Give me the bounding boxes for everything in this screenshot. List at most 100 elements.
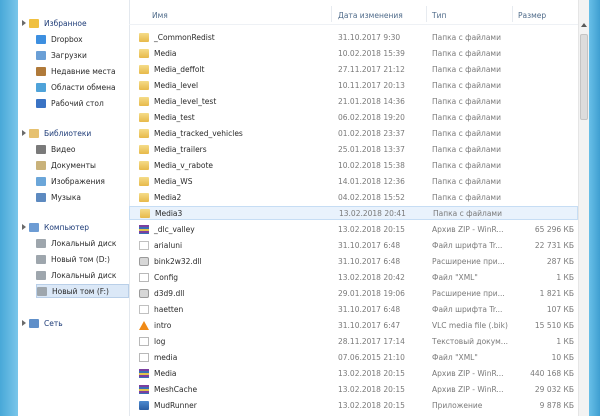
folder-row[interactable]: Media_trailers 25.01.2018 13:37 Папка с фа… [129,142,578,156]
font-file-icon [139,304,149,314]
file-name: Media_level [154,80,199,90]
file-row[interactable]: d3d9.dll 29.01.2018 19:06 Расширение при..… [129,286,578,300]
file-row[interactable]: haetten 31.10.2017 6:48 Файл шрифта Tr... 1… [129,302,578,316]
file-name: Media_level_test [154,96,217,106]
file-name-cell: Media_level [139,80,199,90]
sidebar-item-favorite[interactable]: Рабочий стол [36,96,104,110]
file-name: Media_deffolt [154,64,205,74]
folder-row[interactable]: Media_level_test 21.01.2018 14:36 Папка с … [129,94,578,108]
file-row[interactable]: Config 13.02.2018 20:42 Файл "XML" 1 КБ [129,270,578,284]
file-row[interactable]: bink2w32.dll 31.10.2017 6:48 Расширение пр… [129,254,578,268]
sidebar-item-favorite[interactable]: Области обмена [36,80,116,94]
nav-group-favorites[interactable]: Избранное [22,16,87,30]
folder-row[interactable]: Media_tracked_vehicles 01.02.2018 23:37 Па… [129,126,578,140]
sidebar-item-drive[interactable]: Новый том (F:) [36,284,129,298]
folder-row[interactable]: Media_WS 14.01.2018 12:36 Папка с файлами [129,174,578,188]
file-name: log [154,336,166,346]
folder-icon [140,208,150,218]
nav-item-label: Изображения [51,176,105,186]
file-name-cell: Media3 [140,208,183,218]
sidebar-item-drive[interactable]: Локальный диск [36,236,116,250]
downloads-folder-icon [36,50,46,60]
file-row[interactable]: media 07.06.2015 21:10 Файл "XML" 10 КБ [129,350,578,364]
sidebar-item-favorite[interactable]: Dropbox [36,32,83,46]
column-size-header[interactable]: Размер [518,11,546,20]
column-divider[interactable] [512,6,513,22]
file-name: MeshCache [154,384,198,394]
folder-row[interactable]: Media_v_rabote 10.02.2018 15:38 Папка с фа… [129,158,578,172]
expand-arrow-icon[interactable] [22,20,26,26]
folder-row[interactable]: Media_deffolt 27.11.2017 21:12 Папка с фай… [129,62,578,76]
file-date: 31.10.2017 6:48 [338,304,401,314]
application-icon [139,400,149,410]
file-name: Media3 [155,208,183,218]
vlc-cone-icon [139,320,149,330]
column-name-header[interactable]: Имя [152,11,168,20]
file-size: 287 КБ [546,256,574,266]
file-date: 01.02.2018 23:37 [338,128,405,138]
nav-item-label: Сеть [44,318,63,328]
nav-group-libraries[interactable]: Библиотеки [22,126,91,140]
file-name: _CommonRedist [154,32,215,42]
file-row[interactable]: arialuni 31.10.2017 6:48 Файл шрифта Tr...… [129,238,578,252]
sidebar-item-favorite[interactable]: Загрузки [36,48,87,62]
file-name-cell: intro [139,320,171,330]
sidebar-item-library[interactable]: Изображения [36,174,105,188]
folder-row[interactable]: Media3 13.02.2018 20:41 Папка с файлами [129,206,578,220]
nav-group-computer[interactable]: Компьютер [22,220,89,234]
folder-row[interactable]: Media_level 10.11.2017 20:13 Папка с файла… [129,78,578,92]
sidebar-item-drive[interactable]: Локальный диск [36,268,116,282]
file-row[interactable]: MudRunner 13.02.2018 20:15 Приложение 9 878… [129,398,578,412]
file-type: Архив ZIP - WinR... [432,224,504,234]
expand-arrow-icon[interactable] [22,320,26,326]
file-name-cell: Media [139,48,177,58]
file-row[interactable]: _dlc_valley 13.02.2018 20:15 Архив ZIP - W… [129,222,578,236]
sidebar-item-favorite[interactable]: Недавние места [36,64,116,78]
computer-icon [29,222,39,232]
drive-icon [36,238,46,248]
folder-row[interactable]: Media 10.02.2018 15:39 Папка с файлами [129,46,578,60]
folder-icon [139,112,149,122]
file-row[interactable]: Media 13.02.2018 20:15 Архив ZIP - WinR...… [129,366,578,380]
drive-icon [36,254,46,264]
dropbox-icon [36,34,46,44]
sidebar-item-drive[interactable]: Новый том (D:) [36,252,110,266]
dll-file-icon [139,288,149,298]
file-name-cell: Config [139,272,178,282]
file-date: 13.02.2018 20:15 [338,400,405,410]
music-library-icon [36,192,46,202]
sidebar-item-library[interactable]: Документы [36,158,96,172]
expand-arrow-icon[interactable] [22,224,26,230]
vertical-scrollbar[interactable] [578,0,589,416]
file-type: Папка с файлами [432,64,501,74]
sidebar-item-library[interactable]: Музыка [36,190,81,204]
column-date-header[interactable]: Дата изменения [338,11,403,20]
folder-row[interactable]: _CommonRedist 31.10.2017 9:30 Папка с файл… [129,30,578,44]
zip-archive-icon [139,224,149,234]
font-file-icon [139,240,149,250]
folder-icon [139,32,149,42]
file-row[interactable]: MeshCache 13.02.2018 20:15 Архив ZIP - Win… [129,382,578,396]
file-name-cell: arialuni [139,240,182,250]
file-date: 06.02.2018 19:20 [338,112,405,122]
file-name-cell: Media_deffolt [139,64,205,74]
folder-icon [139,192,149,202]
folder-row[interactable]: Media2 04.02.2018 15:52 Папка с файлами [129,190,578,204]
file-row[interactable]: log 28.11.2017 17:14 Текстовый докум... 1 К… [129,334,578,348]
file-row[interactable]: intro 31.10.2017 6:47 VLC media file (.bik… [129,318,578,332]
file-type: Папка с файлами [432,80,501,90]
nav-item-label: Музыка [51,192,81,202]
sidebar-item-library[interactable]: Видео [36,142,75,156]
scrollbar-thumb[interactable] [580,34,588,120]
documents-library-icon [36,160,46,170]
nav-item-label: Библиотеки [44,128,92,138]
expand-arrow-icon[interactable] [22,130,26,136]
column-type-header[interactable]: Тип [432,11,446,20]
column-divider[interactable] [426,6,427,22]
recent-places-icon [36,66,46,76]
folder-row[interactable]: Media_test 06.02.2018 19:20 Папка с файлам… [129,110,578,124]
nav-group-network[interactable]: Сеть [22,316,63,330]
column-divider[interactable] [331,6,332,22]
scroll-up-arrow-icon[interactable] [581,23,587,27]
file-name-cell: Media_WS [139,176,192,186]
